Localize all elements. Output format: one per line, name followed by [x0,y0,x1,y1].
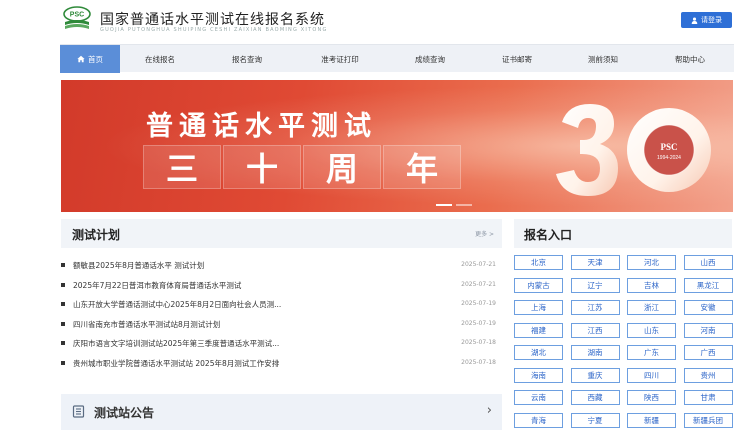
province-button[interactable]: 四川 [627,367,676,383]
svg-text:PSC: PSC [70,12,84,19]
province-button[interactable]: 广西 [683,345,733,360]
province-button[interactable]: 湖南 [570,345,620,360]
plan-item-date: 2025-07-18 [461,358,496,366]
province-button[interactable]: 河北 [627,255,676,270]
plan-item-title[interactable]: 四川省南充市普通话水平测试站8月测试计划 [73,319,363,330]
province-grid: 北京 天津 河北 山西 内蒙古 辽宁 吉林 黑龙江 上海 江苏 浙江 安徽 福建… [514,255,733,428]
banner-char: 周 [303,145,381,189]
nav-home-label: 首页 [88,54,103,64]
province-button[interactable]: 上海 [514,300,563,315]
psc-logo-icon[interactable]: PSC [62,6,92,32]
province-button[interactable]: 山东 [627,322,676,338]
svg-text:1994-2024: 1994-2024 [657,155,681,161]
banner-anniversary-text: 三 十 周 年 [143,145,461,189]
province-button[interactable]: 宁夏 [570,412,620,428]
province-button[interactable]: 浙江 [627,300,676,315]
banner-char: 三 [143,145,221,189]
document-list-icon [72,405,85,418]
province-button[interactable]: 江苏 [570,300,620,315]
province-button[interactable]: 陕西 [627,390,676,405]
banner-title: 普通话水平测试 [146,111,377,142]
province-button[interactable]: 辽宁 [570,277,620,293]
plan-item-date: 2025-07-19 [461,319,496,327]
plan-list: 额敏县2025年8月普通话水平 测试计划 2025-07-21 2025年7月2… [61,256,502,373]
province-button[interactable]: 河南 [683,322,733,338]
register-section-header: 报名入口 [514,219,732,248]
chevron-right-icon[interactable]: › [487,403,492,418]
province-button[interactable]: 黑龙江 [683,277,733,293]
nav-pretest-notice[interactable]: 测前须知 [560,45,646,73]
province-button[interactable]: 福建 [514,322,563,338]
banner-char: 年 [383,145,461,189]
province-button[interactable]: 甘肃 [683,390,733,405]
province-button[interactable]: 青海 [514,412,563,428]
province-button[interactable]: 江西 [570,322,620,338]
plan-list-item[interactable]: 山东开放大学普通话测试中心2025年8月2日面向社会人员测... 2025-07… [61,295,502,315]
province-button[interactable]: 北京 [514,255,563,270]
plan-item-title[interactable]: 山东开放大学普通话测试中心2025年8月2日面向社会人员测... [73,299,363,310]
user-icon [691,17,698,24]
bullet-icon [61,360,65,365]
bullet-icon [61,341,65,345]
site-subtitle: GUOJIA PUTONGHUA SHUIPING CESHI ZAIXIAN … [100,27,328,33]
main-nav: 首页 在线报名 报名查询 准考证打印 成绩查询 证书邮寄 测前须知 帮助中心 [60,44,734,73]
plan-list-item[interactable]: 四川省南充市普通话水平测试站8月测试计划 2025-07-19 [61,315,502,335]
nav-certificate-mail[interactable]: 证书邮寄 [474,45,560,73]
login-label: 请登录 [701,16,722,24]
province-button[interactable]: 贵州 [683,367,733,383]
site-header: PSC 国家普通话水平测试在线报名系统 GUOJIA PUTONGHUA SHU… [0,0,749,42]
nav-online-register[interactable]: 在线报名 [120,45,200,73]
nav-score-query[interactable]: 成绩查询 [386,45,474,73]
site-title: 国家普通话水平测试在线报名系统 [100,12,325,28]
province-button[interactable]: 吉林 [627,277,676,293]
province-button[interactable]: 安徽 [683,300,733,315]
plan-list-item[interactable]: 贵州城市职业学院普通话水平测试站 2025年8月测试工作安排 2025-07-1… [61,354,502,374]
plan-list-item[interactable]: 2025年7月22日普洱市教育体育局普通话水平测试 2025-07-21 [61,276,502,296]
home-icon [77,55,85,63]
thirty-anniversary-graphic: PSC 1994-2024 [556,104,711,196]
plan-item-date: 2025-07-19 [461,300,496,307]
plan-list-item[interactable]: 庆阳市语言文字培训测试站2025年第三季度普通话水平测试... 2025-07-… [61,334,502,354]
plan-more-link[interactable]: 更多 > [475,229,494,238]
station-notice-bar[interactable]: 测试站公告 › [61,394,502,430]
login-button[interactable]: 请登录 [681,12,732,28]
province-button[interactable]: 海南 [514,367,563,383]
province-button[interactable]: 湖北 [514,345,563,360]
bullet-icon [61,321,65,326]
plan-section-header: 测试计划 更多 > [61,219,502,248]
nav-home[interactable]: 首页 [60,45,120,73]
bullet-icon [61,302,65,306]
carousel-indicator [436,204,472,206]
bullet-icon [61,263,65,267]
hero-banner[interactable]: 普通话水平测试 三 十 周 年 PSC 1994-2024 [61,80,733,212]
plan-list-item[interactable]: 额敏县2025年8月普通话水平 测试计划 2025-07-21 [61,256,502,276]
plan-item-title[interactable]: 庆阳市语言文字培训测试站2025年第三季度普通话水平测试... [73,338,363,349]
register-section-title: 报名入口 [524,228,573,242]
nav-admission-print[interactable]: 准考证打印 [294,45,386,73]
plan-item-title[interactable]: 额敏县2025年8月普通话水平 测试计划 [73,260,363,271]
province-button[interactable]: 新疆兵团 [683,412,733,428]
province-button[interactable]: 广东 [627,345,676,360]
plan-item-date: 2025-07-21 [461,280,496,288]
province-button[interactable]: 云南 [514,390,563,405]
province-button[interactable]: 重庆 [570,367,620,383]
plan-section-title: 测试计划 [72,228,121,242]
station-notice-title: 测试站公告 [94,406,155,420]
svg-text:PSC: PSC [660,142,677,152]
carousel-dot[interactable] [456,204,472,206]
nav-help-center[interactable]: 帮助中心 [646,45,734,73]
plan-item-date: 2025-07-18 [461,339,496,346]
province-button[interactable]: 西藏 [570,390,620,405]
province-button[interactable]: 内蒙古 [514,277,563,293]
plan-item-date: 2025-07-21 [461,261,496,268]
province-button[interactable]: 山西 [683,255,733,270]
plan-item-title[interactable]: 2025年7月22日普洱市教育体育局普通话水平测试 [73,280,363,291]
province-button[interactable]: 新疆 [627,412,676,428]
carousel-dot[interactable] [436,204,452,206]
plan-item-title[interactable]: 贵州城市职业学院普通话水平测试站 2025年8月测试工作安排 [73,358,363,369]
nav-register-query[interactable]: 报名查询 [200,45,294,73]
banner-char: 十 [223,145,301,189]
bullet-icon [61,282,65,287]
province-button[interactable]: 天津 [570,255,620,270]
